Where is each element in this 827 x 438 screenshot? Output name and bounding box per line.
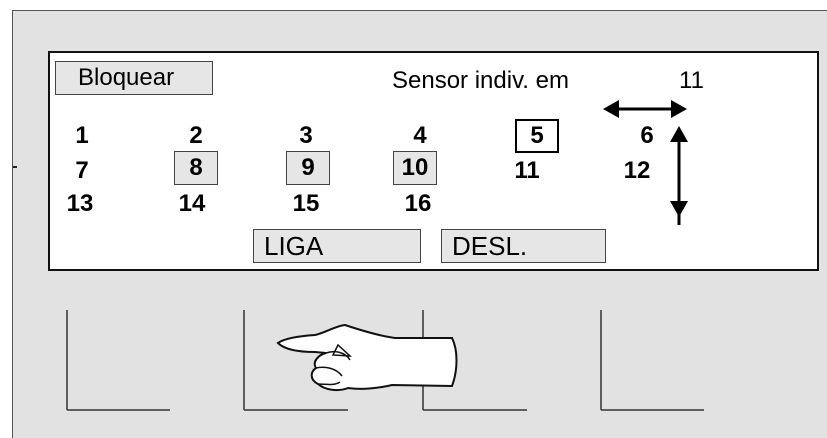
sensor-label: Sensor indiv. em [392,67,569,94]
sensor-15[interactable]: 15 [284,190,328,218]
sensor-10[interactable]: 10 [393,151,437,185]
sensor-16[interactable]: 16 [396,190,440,218]
sensor-14[interactable]: 14 [170,190,214,218]
down-arrowhead [670,183,688,217]
sensor-2[interactable]: 2 [174,122,218,150]
sensor-8[interactable]: 8 [174,151,218,185]
sensor-13[interactable]: 13 [58,190,102,218]
lock-button[interactable]: Bloquear [55,61,213,95]
sensor-7[interactable]: 7 [60,157,104,185]
sensor-1[interactable]: 1 [60,122,104,150]
sensor-value: 11 [679,67,704,94]
sensor-9[interactable]: 9 [286,151,330,185]
sensor-3[interactable]: 3 [284,122,328,150]
edge-marker [13,166,17,168]
left-right-arrow-icon[interactable] [603,100,687,118]
off-button[interactable]: DESL. [441,229,606,263]
sensor-5[interactable]: 5 [515,119,559,153]
on-button[interactable]: LIGA [253,229,421,263]
device-panel: Bloquear Sensor indiv. em 11 1 2 3 4 5 6… [12,10,827,438]
display-screen: Bloquear Sensor indiv. em 11 1 2 3 4 5 6… [48,51,819,271]
sensor-4[interactable]: 4 [398,122,442,150]
sensor-11[interactable]: 11 [505,157,549,185]
